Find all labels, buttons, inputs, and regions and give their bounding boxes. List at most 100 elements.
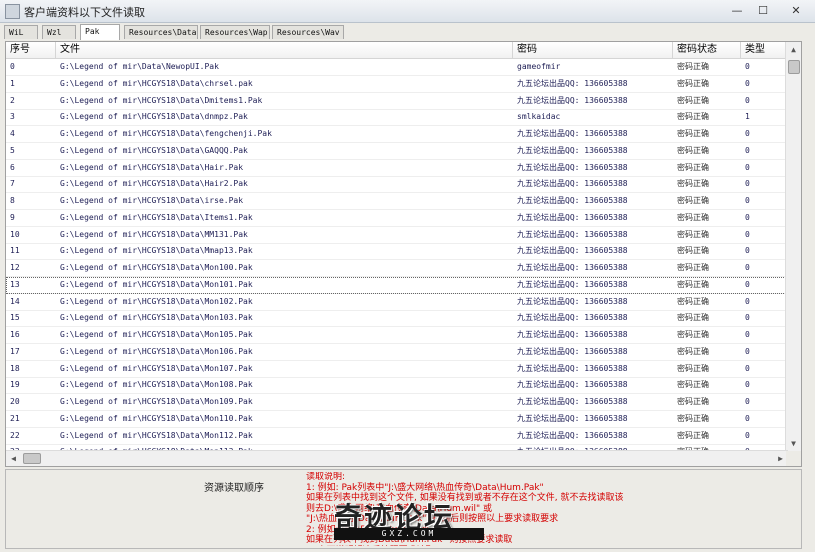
row-password: 九五论坛出品QQ: 136605388 xyxy=(517,397,628,406)
row-password-status: 密码正确 xyxy=(677,263,709,272)
header-type[interactable]: 类型 xyxy=(741,42,788,58)
row-password-status: 密码正确 xyxy=(677,279,709,289)
horizontal-scroll-thumb[interactable] xyxy=(23,453,41,464)
tab-wil[interactable]: WiL xyxy=(4,25,38,39)
instruction-line: 读取说明: xyxy=(306,472,346,482)
table-row[interactable]: 20 G:\Legend of mir\HCGYS18\Data\Mon109.P… xyxy=(6,394,788,411)
table-row[interactable]: 12 G:\Legend of mir\HCGYS18\Data\Mon100.P… xyxy=(6,260,788,277)
row-type: 0 xyxy=(745,380,750,390)
header-file[interactable]: 文件 xyxy=(56,42,513,58)
row-index: 20 xyxy=(10,397,20,406)
row-type: 0 xyxy=(745,212,750,222)
table-row[interactable]: 0 G:\Legend of mir\Data\NewopUI.Pak gameof… xyxy=(6,59,788,76)
bottom-panel: 资源读取顺序 读取说明: 1: 例如: Pak列表中"J:\盛大网络\热血传奇\D… xyxy=(5,469,802,549)
table-row[interactable]: 14 G:\Legend of mir\HCGYS18\Data\Mon102.P… xyxy=(6,294,788,311)
row-file-path: G:\Legend of mir\HCGYS18\Data\Mon101.Pak xyxy=(60,279,253,289)
row-password-status: 密码正确 xyxy=(677,330,709,339)
title-bar[interactable]: 客户端资料以下文件读取 — ☐ ✕ xyxy=(0,0,815,23)
close-button[interactable]: ✕ xyxy=(779,1,813,21)
row-password-status: 密码正确 xyxy=(677,363,709,373)
row-file-path: G:\Legend of mir\HCGYS18\Data\Items1.Pak xyxy=(60,212,253,222)
row-password: 九五论坛出品QQ: 136605388 xyxy=(517,212,628,222)
table-row[interactable]: 15 G:\Legend of mir\HCGYS18\Data\Mon103.P… xyxy=(6,310,788,328)
row-type: 0 xyxy=(745,145,750,155)
table-row[interactable]: 16 G:\Legend of mir\HCGYS18\Data\Mon105.P… xyxy=(6,327,788,344)
maximize-button[interactable]: ☐ xyxy=(749,1,777,21)
table-row[interactable]: 8 G:\Legend of mir\HCGYS18\Data\irse.Pak 九… xyxy=(6,193,788,210)
row-file-path: G:\Legend of mir\HCGYS18\Data\Hair.Pak xyxy=(60,162,244,172)
vertical-scrollbar[interactable]: ▲ ▼ xyxy=(785,42,801,451)
tab-pak[interactable]: Pak xyxy=(80,24,120,40)
row-password-status: 密码正确 xyxy=(677,129,709,138)
table-row[interactable]: 7 G:\Legend of mir\HCGYS18\Data\Hair2.Pak… xyxy=(6,176,788,194)
table-row[interactable]: 13 G:\Legend of mir\HCGYS18\Data\Mon101.P… xyxy=(6,276,788,294)
table-row[interactable]: 17 G:\Legend of mir\HCGYS18\Data\Mon106.P… xyxy=(6,344,788,361)
row-password: 九五论坛出品QQ: 136605388 xyxy=(517,95,628,105)
row-password-status: 密码正确 xyxy=(677,229,709,239)
row-index: 19 xyxy=(10,380,20,390)
row-password: 九五论坛出品QQ: 136605388 xyxy=(517,330,628,339)
table-row[interactable]: 3 G:\Legend of mir\HCGYS18\Data\dnmpz.Pak… xyxy=(6,109,788,127)
table-row[interactable]: 19 G:\Legend of mir\HCGYS18\Data\Mon108.P… xyxy=(6,377,788,395)
row-type: 0 xyxy=(745,313,750,323)
row-type: 0 xyxy=(745,330,750,339)
header-password[interactable]: 密码 xyxy=(513,42,673,58)
table-row[interactable]: 11 G:\Legend of mir\HCGYS18\Data\Mmap13.P… xyxy=(6,243,788,261)
table-row[interactable]: 22 G:\Legend of mir\HCGYS18\Data\Mon112.P… xyxy=(6,428,788,445)
row-file-path: G:\Legend of mir\HCGYS18\Data\Mon110.Pak xyxy=(60,413,253,423)
instruction-line: 则去D:\盛大网络\热血传奇\Data\Hum.wil" 或 xyxy=(306,503,493,514)
row-index: 21 xyxy=(10,413,20,423)
row-password: 九五论坛出品QQ: 136605388 xyxy=(517,145,628,155)
scroll-up-icon[interactable]: ▲ xyxy=(786,42,801,57)
row-password-status: 密码正确 xyxy=(677,313,709,323)
table-row[interactable]: 4 G:\Legend of mir\HCGYS18\Data\fengchenj… xyxy=(6,126,788,143)
row-password: 九五论坛出品QQ: 136605388 xyxy=(517,279,628,289)
row-password-status: 密码正确 xyxy=(677,112,709,122)
row-password-status: 密码正确 xyxy=(677,397,709,406)
table-row[interactable]: 10 G:\Legend of mir\HCGYS18\Data\MM131.Pa… xyxy=(6,227,788,244)
row-index: 17 xyxy=(10,346,20,356)
row-type: 0 xyxy=(745,279,750,289)
horizontal-scrollbar[interactable]: ◀ ▶ xyxy=(6,450,788,466)
row-type: 0 xyxy=(745,95,750,105)
row-type: 0 xyxy=(745,363,750,373)
row-type: 0 xyxy=(745,62,750,71)
minimize-button[interactable]: — xyxy=(723,1,751,21)
scroll-left-icon[interactable]: ◀ xyxy=(6,451,21,466)
scroll-down-icon[interactable]: ▼ xyxy=(786,436,801,451)
row-password: 九五论坛出品QQ: 136605388 xyxy=(517,430,628,440)
row-type: 0 xyxy=(745,246,750,256)
table-row[interactable]: 2 G:\Legend of mir\HCGYS18\Data\Dmitems1.… xyxy=(6,93,788,110)
scroll-corner xyxy=(786,451,801,466)
row-password: 九五论坛出品QQ: 136605388 xyxy=(517,78,628,88)
header-index[interactable]: 序号 xyxy=(6,42,56,58)
instruction-line: 如果在列表中找到这个文件, 如果没有找到或者不存在这个文件, 就不去找读取该 xyxy=(306,493,624,503)
row-index: 16 xyxy=(10,330,20,339)
row-password: 九五论坛出品QQ: 136605388 xyxy=(517,296,628,306)
row-file-path: G:\Legend of mir\HCGYS18\Data\GAQQQ.Pak xyxy=(60,145,248,155)
row-file-path: G:\Legend of mir\Data\NewopUI.Pak xyxy=(60,62,219,71)
row-file-path: G:\Legend of mir\HCGYS18\Data\Mon106.Pak xyxy=(60,346,253,356)
file-list[interactable]: 序号 文件 密码 密码状态 类型 0 G:\Legend of mir\Data\… xyxy=(5,41,802,467)
row-index: 13 xyxy=(10,279,20,289)
tab-resources-data[interactable]: Resources\Data xyxy=(124,25,198,39)
row-index: 8 xyxy=(10,196,15,205)
row-type: 0 xyxy=(745,413,750,423)
row-file-path: G:\Legend of mir\HCGYS18\Data\Dmitems1.P… xyxy=(60,95,263,105)
tab-resources-wap[interactable]: Resources\Wap xyxy=(200,25,270,39)
row-index: 2 xyxy=(10,95,15,105)
table-row[interactable]: 1 G:\Legend of mir\HCGYS18\Data\chrsel.pa… xyxy=(6,76,788,93)
table-row[interactable]: 21 G:\Legend of mir\HCGYS18\Data\Mon110.P… xyxy=(6,411,788,428)
table-row[interactable]: 6 G:\Legend of mir\HCGYS18\Data\Hair.Pak 九… xyxy=(6,160,788,177)
tab-resources-wav[interactable]: Resources\Wav xyxy=(272,25,344,39)
header-password-status[interactable]: 密码状态 xyxy=(673,42,741,58)
table-row[interactable]: 5 G:\Legend of mir\HCGYS18\Data\GAQQQ.Pak… xyxy=(6,143,788,160)
table-row[interactable]: 18 G:\Legend of mir\HCGYS18\Data\Mon107.P… xyxy=(6,361,788,378)
row-index: 3 xyxy=(10,112,15,122)
row-index: 9 xyxy=(10,212,15,222)
row-index: 1 xyxy=(10,78,15,88)
vertical-scroll-thumb[interactable] xyxy=(788,60,800,74)
table-row[interactable]: 9 G:\Legend of mir\HCGYS18\Data\Items1.Pa… xyxy=(6,210,788,227)
row-password-status: 密码正确 xyxy=(677,62,709,71)
tab-wzl[interactable]: Wzl xyxy=(42,25,76,39)
